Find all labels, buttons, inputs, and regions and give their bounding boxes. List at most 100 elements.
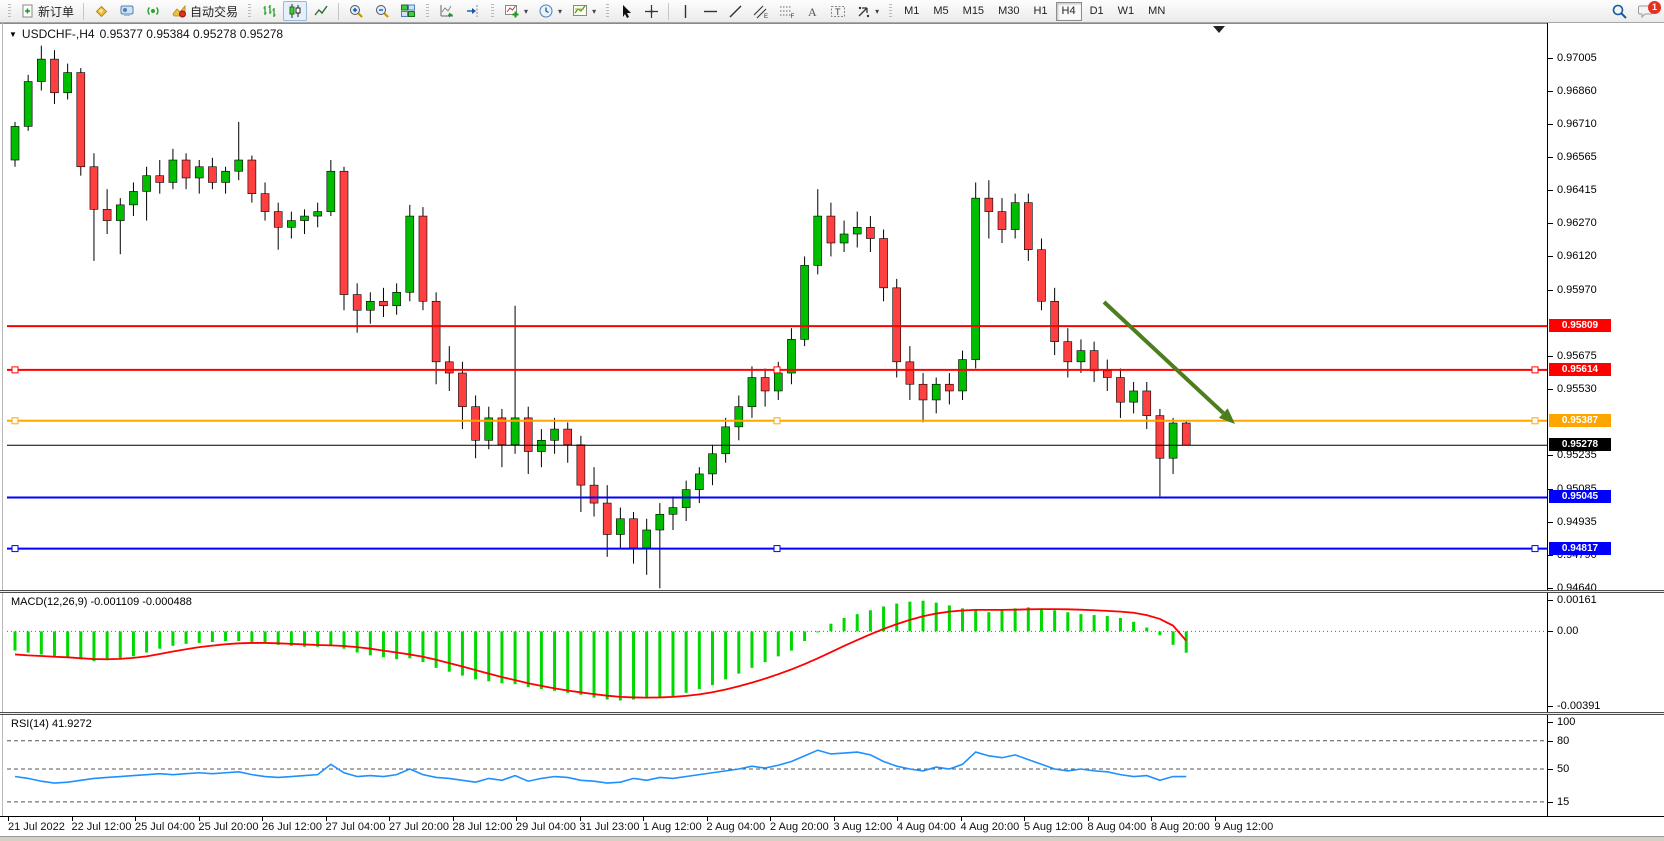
line-chart-button[interactable] bbox=[309, 1, 333, 21]
toolbar-grip[interactable] bbox=[426, 4, 429, 19]
zoom-in-button[interactable] bbox=[344, 1, 368, 21]
toolbar-grip[interactable] bbox=[606, 4, 609, 19]
macd-histogram-bar bbox=[1053, 610, 1056, 631]
macd-histogram-bar bbox=[803, 631, 806, 641]
horizontal-line-tool-button[interactable] bbox=[699, 1, 722, 21]
zoom-out-icon bbox=[374, 3, 390, 19]
tile-windows-button[interactable] bbox=[396, 1, 420, 21]
timeframe-M1[interactable]: M1 bbox=[898, 2, 925, 21]
macd-histogram-bar bbox=[1185, 631, 1188, 652]
signal-broadcast-icon bbox=[145, 3, 161, 19]
macd-histogram-bar bbox=[764, 631, 767, 662]
timeframe-H1[interactable]: H1 bbox=[1027, 2, 1053, 21]
notifications-button[interactable]: 1 bbox=[1634, 1, 1660, 21]
timeframe-M30[interactable]: M30 bbox=[992, 2, 1025, 21]
axis-tick-label: 0.96565 bbox=[1557, 151, 1597, 163]
axis-tick-label: 0.00161 bbox=[1557, 594, 1597, 606]
periods-button[interactable]: ▾ bbox=[534, 1, 566, 21]
time-axis-tick bbox=[516, 817, 517, 821]
macd-histogram-bar bbox=[250, 631, 253, 642]
time-axis-label: 27 Jul 20:00 bbox=[389, 821, 449, 833]
axis-tick-label: 0.97005 bbox=[1557, 52, 1597, 64]
line-handle bbox=[12, 367, 18, 373]
terminal-button[interactable] bbox=[115, 1, 139, 21]
svg-text:T: T bbox=[835, 7, 841, 17]
chart-shift-button[interactable] bbox=[461, 1, 485, 21]
new-order-button[interactable]: 新订单 bbox=[17, 1, 78, 21]
timeframe-MN[interactable]: MN bbox=[1142, 2, 1171, 21]
timeframe-M5[interactable]: M5 bbox=[927, 2, 954, 21]
macd-histogram-bar bbox=[606, 631, 609, 699]
toolbar: 新订单 自动交易 bbox=[0, 0, 1664, 23]
time-axis-tick bbox=[72, 817, 73, 821]
macd-histogram-bar bbox=[658, 631, 661, 697]
axis-tick-label: 0.95970 bbox=[1557, 284, 1597, 296]
price-line-label: 0.95387 bbox=[1549, 414, 1611, 427]
signals-button[interactable] bbox=[141, 1, 165, 21]
panel-splitter[interactable] bbox=[0, 590, 1664, 593]
panel-splitter[interactable] bbox=[0, 712, 1664, 715]
toolbar-grip[interactable] bbox=[889, 4, 892, 19]
zoom-out-button[interactable] bbox=[370, 1, 394, 21]
candlestick-chart-button[interactable] bbox=[283, 1, 307, 21]
trendline-tool-button[interactable] bbox=[724, 1, 747, 21]
cursor-tool-button[interactable] bbox=[615, 1, 638, 21]
axis-tick-label: 0.96270 bbox=[1557, 217, 1597, 229]
line-chart-icon bbox=[313, 3, 329, 19]
equidistant-channel-icon: E bbox=[753, 4, 769, 19]
search-button[interactable] bbox=[1607, 1, 1632, 21]
macd-histogram-bar bbox=[448, 631, 451, 671]
macd-histogram-bar bbox=[737, 631, 740, 673]
bar-chart-button[interactable] bbox=[257, 1, 281, 21]
time-axis[interactable]: 21 Jul 202222 Jul 12:0025 Jul 04:0025 Ju… bbox=[0, 816, 1664, 836]
indicators-button[interactable]: ▾ bbox=[500, 1, 532, 21]
time-axis-tick bbox=[580, 817, 581, 821]
timeframe-M15[interactable]: M15 bbox=[957, 2, 990, 21]
gold-diamond-icon bbox=[93, 3, 109, 19]
macd-histogram-bar bbox=[92, 631, 95, 661]
macd-histogram-bar bbox=[672, 631, 675, 696]
toolbar-grip[interactable] bbox=[248, 4, 251, 19]
timeframe-H4[interactable]: H4 bbox=[1056, 2, 1082, 21]
main-price-chart[interactable] bbox=[7, 24, 1547, 590]
templates-button[interactable]: ▾ bbox=[568, 1, 600, 21]
auto-scroll-button[interactable] bbox=[435, 1, 459, 21]
arrows-dropdown-caret: ▾ bbox=[875, 7, 879, 16]
tile-windows-icon bbox=[400, 3, 416, 19]
gold-diamond-button[interactable] bbox=[89, 1, 113, 21]
price-axis[interactable]: 0.970050.968600.967100.965650.964150.962… bbox=[1548, 23, 1664, 816]
time-axis-label: 29 Jul 04:00 bbox=[516, 821, 576, 833]
crosshair-tool-button[interactable] bbox=[640, 1, 663, 21]
autotrading-button[interactable]: 自动交易 bbox=[167, 1, 242, 21]
line-handle bbox=[774, 418, 780, 424]
macd-histogram-bar bbox=[461, 631, 464, 675]
macd-histogram-bar bbox=[1001, 610, 1004, 631]
macd-histogram-bar bbox=[619, 631, 622, 700]
toolbar-grip[interactable] bbox=[491, 4, 494, 19]
macd-histogram-bar bbox=[1014, 608, 1017, 631]
vertical-line-tool-button[interactable] bbox=[674, 1, 697, 21]
fibonacci-tool-button[interactable]: F bbox=[775, 1, 799, 21]
macd-panel[interactable] bbox=[7, 593, 1547, 712]
text-label-tool-button[interactable]: T bbox=[826, 1, 850, 21]
macd-histogram-bar bbox=[145, 631, 148, 652]
macd-histogram-bar bbox=[119, 631, 122, 658]
rsi-panel[interactable] bbox=[7, 715, 1547, 816]
templates-dropdown-caret: ▾ bbox=[592, 7, 596, 16]
templates-icon bbox=[572, 3, 588, 19]
macd-histogram-bar bbox=[579, 631, 582, 694]
chevron-down-icon[interactable]: ▼ bbox=[9, 30, 17, 39]
macd-histogram-bar bbox=[895, 604, 898, 632]
time-axis-tick bbox=[135, 817, 136, 821]
toolbar-grip[interactable] bbox=[8, 4, 11, 19]
timeframe-D1[interactable]: D1 bbox=[1084, 2, 1110, 21]
time-axis-tick bbox=[961, 817, 962, 821]
macd-histogram-bar bbox=[1145, 628, 1148, 632]
equidistant-channel-tool-button[interactable]: E bbox=[749, 1, 773, 21]
time-axis-tick bbox=[262, 817, 263, 821]
macd-histogram-bar bbox=[14, 631, 17, 650]
text-tool-button[interactable]: A bbox=[801, 1, 824, 21]
indicators-icon bbox=[504, 3, 520, 19]
timeframe-W1[interactable]: W1 bbox=[1112, 2, 1141, 21]
arrows-tool-button[interactable]: ▾ bbox=[852, 1, 883, 21]
